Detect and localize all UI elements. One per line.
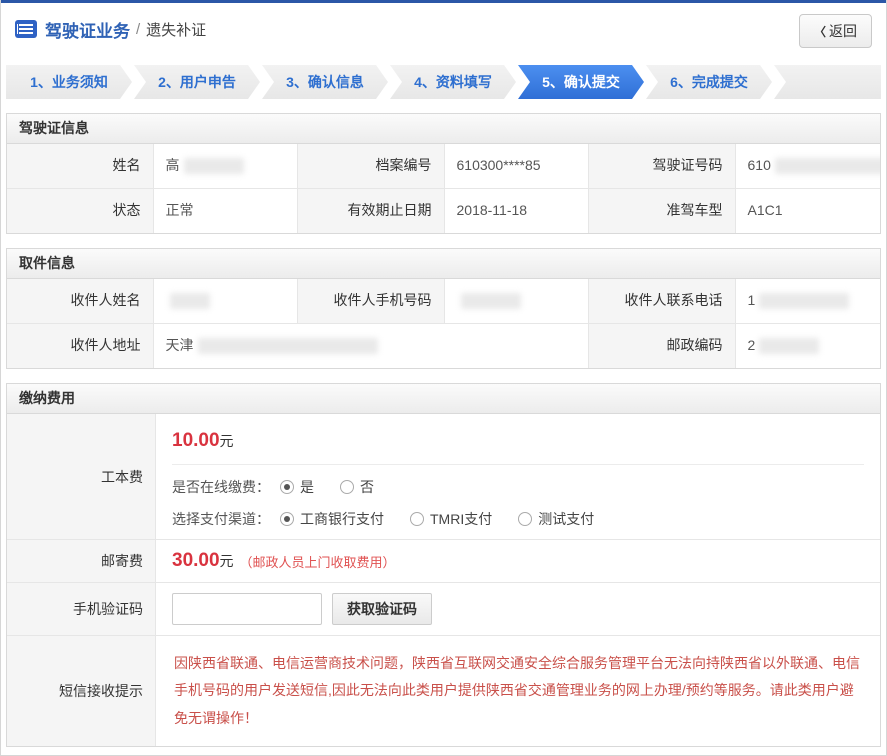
redaction [461, 293, 521, 309]
production-fee-row: 工本费 10.00元 是否在线缴费： 是 否 选择支付渠道： 工商银行支付 TM… [7, 414, 880, 539]
mail-fee-label: 邮寄费 [7, 540, 155, 582]
sms-code-row: 手机验证码 获取验证码 [7, 582, 880, 635]
fee-section: 缴纳费用 工本费 10.00元 是否在线缴费： 是 否 选择支付渠道： 工商银行… [6, 383, 881, 747]
recipient-mobile-value [444, 279, 590, 323]
radio-icon[interactable] [340, 480, 354, 494]
redaction [775, 158, 880, 174]
get-code-button[interactable]: 获取验证码 [332, 593, 432, 625]
amount-unit: 元 [220, 433, 234, 449]
back-button-label: 返回 [829, 23, 857, 39]
pickup-section-title: 取件信息 [7, 249, 880, 279]
recipient-phone-label: 收件人联系电话 [589, 279, 735, 323]
chevron-left-icon: 〈 [814, 25, 826, 39]
footer: 上一步 完成 [1, 747, 886, 756]
step-6-complete-submit[interactable]: 6、完成提交 [646, 65, 772, 99]
step-1-business-notice[interactable]: 1、业务须知 [6, 65, 132, 99]
list-icon [15, 20, 37, 38]
sms-notice-value: 因陕西省联通、电信运营商技术问题，陕西省互联网交通安全综合服务管理平台无法向持陕… [155, 636, 880, 746]
breadcrumb-separator: / [136, 21, 140, 38]
license-section-title: 驾驶证信息 [7, 114, 880, 144]
postcode-label: 邮政编码 [589, 324, 735, 368]
file-number-label: 档案编号 [298, 144, 444, 188]
table-row: 姓名 高 档案编号 610300****85 驾驶证号码 610 [7, 144, 880, 188]
name-value: 高 [153, 144, 299, 188]
sms-code-label: 手机验证码 [7, 583, 155, 635]
online-pay-question: 是否在线缴费： [172, 477, 270, 497]
postcode-value: 2 [735, 324, 881, 368]
radio-icon[interactable] [410, 512, 424, 526]
sms-code-input[interactable] [172, 593, 322, 625]
recipient-name-value [153, 279, 299, 323]
expiry-date-value: 2018-11-18 [444, 189, 590, 233]
wizard-filler [774, 65, 881, 99]
radio-icon[interactable] [280, 512, 294, 526]
mail-fee-value: 30.00元 （邮政人员上门收取费用） [155, 540, 880, 582]
sms-notice-label: 短信接收提示 [7, 636, 155, 746]
mail-fee-row: 邮寄费 30.00元 （邮政人员上门收取费用） [7, 539, 880, 582]
page-title: 驾驶证业务 [45, 17, 130, 42]
online-pay-option-yes[interactable]: 是 [280, 477, 314, 497]
license-number-value: 610 [735, 144, 881, 188]
pay-channel-icbc[interactable]: 工商银行支付 [280, 509, 384, 529]
recipient-phone-value: 1 [735, 279, 881, 323]
step-5-confirm-submit[interactable]: 5、确认提交 [518, 65, 644, 99]
amount-unit: 元 [220, 551, 234, 571]
table-row: 收件人姓名 收件人手机号码 收件人联系电话 1 [7, 279, 880, 323]
vehicle-class-value: A1C1 [735, 189, 881, 233]
radio-icon[interactable] [518, 512, 532, 526]
license-info-section: 驾驶证信息 姓名 高 档案编号 610300****85 驾驶证号码 610 状… [6, 113, 881, 234]
redaction [759, 338, 819, 354]
expiry-date-label: 有效期止日期 [298, 189, 444, 233]
redaction [198, 338, 378, 354]
pay-channel-question-row: 选择支付渠道： 工商银行支付 TMRI支付 测试支付 [172, 509, 864, 529]
recipient-address-value: 天津 [153, 324, 590, 368]
mail-fee-note: （邮政人员上门收取费用） [240, 552, 396, 571]
radio-icon[interactable] [280, 480, 294, 494]
recipient-mobile-label: 收件人手机号码 [298, 279, 444, 323]
table-row: 收件人地址 天津 邮政编码 2 [7, 323, 880, 368]
step-4-fill-data[interactable]: 4、资料填写 [390, 65, 516, 99]
header: 驾驶证业务 / 遗失补证 〈返回 [1, 3, 886, 55]
sms-notice-row: 短信接收提示 因陕西省联通、电信运营商技术问题，陕西省互联网交通安全综合服务管理… [7, 635, 880, 746]
back-button[interactable]: 〈返回 [799, 14, 872, 48]
status-label: 状态 [7, 189, 153, 233]
status-value: 正常 [153, 189, 299, 233]
vehicle-class-label: 准驾车型 [589, 189, 735, 233]
online-pay-option-no[interactable]: 否 [340, 477, 374, 497]
production-fee-label: 工本费 [7, 414, 155, 539]
step-3-confirm-info[interactable]: 3、确认信息 [262, 65, 388, 99]
redaction [184, 158, 244, 174]
recipient-name-label: 收件人姓名 [7, 279, 153, 323]
pay-channel-test[interactable]: 测试支付 [518, 509, 594, 529]
amount-number: 30.00 [172, 550, 220, 572]
page: 驾驶证业务 / 遗失补证 〈返回 1、业务须知 2、用户申告 3、确认信息 4、… [0, 0, 887, 756]
fee-section-title: 缴纳费用 [7, 384, 880, 414]
sms-code-value: 获取验证码 [155, 583, 880, 635]
recipient-address-label: 收件人地址 [7, 324, 153, 368]
production-fee-amount: 10.00元 [172, 424, 864, 465]
pickup-info-section: 取件信息 收件人姓名 收件人手机号码 收件人联系电话 1 收件人地址 天津 邮政… [6, 248, 881, 369]
redaction [759, 293, 849, 309]
name-label: 姓名 [7, 144, 153, 188]
redaction [170, 293, 210, 309]
table-row: 状态 正常 有效期止日期 2018-11-18 准驾车型 A1C1 [7, 188, 880, 233]
production-fee-value: 10.00元 是否在线缴费： 是 否 选择支付渠道： 工商银行支付 TMRI支付… [155, 414, 880, 539]
step-wizard: 1、业务须知 2、用户申告 3、确认信息 4、资料填写 5、确认提交 6、完成提… [6, 65, 881, 99]
online-pay-question-row: 是否在线缴费： 是 否 [172, 477, 864, 497]
pay-channel-question: 选择支付渠道： [172, 509, 270, 529]
amount-number: 10.00 [172, 430, 220, 451]
step-2-user-declaration[interactable]: 2、用户申告 [134, 65, 260, 99]
license-number-label: 驾驶证号码 [589, 144, 735, 188]
pay-channel-tmri[interactable]: TMRI支付 [410, 509, 492, 529]
file-number-value: 610300****85 [444, 144, 590, 188]
breadcrumb-current: 遗失补证 [146, 19, 206, 40]
sms-notice-text: 因陕西省联通、电信运营商技术问题，陕西省互联网交通安全综合服务管理平台无法向持陕… [172, 646, 864, 736]
